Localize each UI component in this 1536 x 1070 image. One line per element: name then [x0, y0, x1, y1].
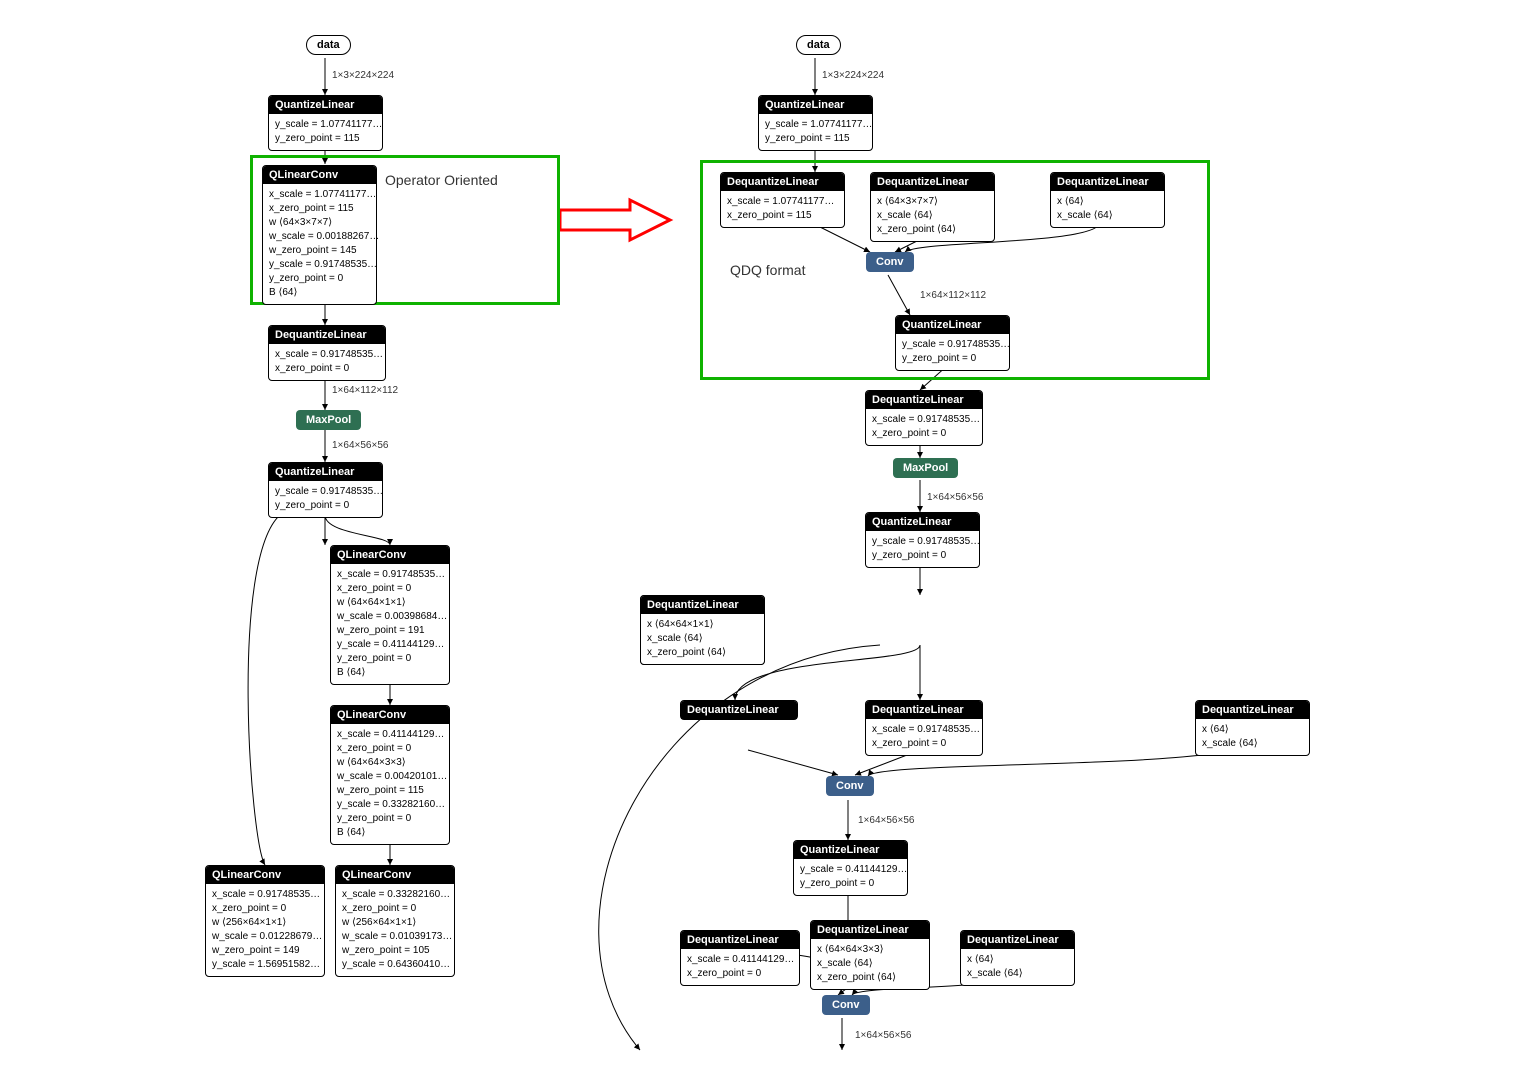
- node-body: y_scale = 0.41144129…y_zero_point = 0: [794, 859, 907, 895]
- dequantize-linear-node: DequantizeLinear x_scale = 0.91748535…x_…: [865, 700, 983, 756]
- node-body: x_scale = 0.91748535…x_zero_point = 0: [866, 719, 982, 755]
- node-body: x_scale = 1.07741177…x_zero_point = 115: [721, 191, 844, 227]
- dequantize-linear-node: DequantizeLinear x_scale = 1.07741177…x_…: [720, 172, 845, 228]
- quantize-linear-node: QuantizeLinear y_scale = 1.07741177…y_ze…: [758, 95, 873, 151]
- quantize-linear-node: QuantizeLinear y_scale = 0.91748535…y_ze…: [268, 462, 383, 518]
- conv-node: Conv: [822, 995, 870, 1015]
- annotation-left: Operator Oriented: [385, 172, 498, 188]
- shape-label: 1×64×56×56: [927, 492, 983, 503]
- node-body: y_scale = 0.91748535…y_zero_point = 0: [269, 481, 382, 517]
- node-body: y_scale = 0.91748535…y_zero_point = 0: [866, 531, 979, 567]
- node-title: DequantizeLinear: [1051, 173, 1164, 191]
- node-title: DequantizeLinear: [871, 173, 994, 191]
- node-title: DequantizeLinear: [681, 931, 799, 949]
- dequantize-linear-node-overlay: DequantizeLinear x ⟨64×64×1×1⟩x_scale ⟨6…: [640, 595, 765, 665]
- node-title: DequantizeLinear: [1196, 701, 1309, 719]
- shape-label: 1×64×112×112: [332, 385, 398, 396]
- node-body: x_scale = 0.91748535…x_zero_point = 0: [269, 344, 385, 380]
- dequantize-linear-node: DequantizeLinear x ⟨64⟩x_scale ⟨64⟩: [1050, 172, 1165, 228]
- node-title: DequantizeLinear: [961, 931, 1074, 949]
- node-body: x_scale = 0.41144129…x_zero_point = 0w ⟨…: [331, 724, 449, 844]
- dequantize-linear-node: DequantizeLinear x ⟨64⟩x_scale ⟨64⟩: [1195, 700, 1310, 756]
- node-title: QuantizeLinear: [269, 463, 382, 481]
- node-title: DequantizeLinear: [811, 921, 929, 939]
- node-body: x_scale = 1.07741177…x_zero_point = 115w…: [263, 184, 376, 304]
- shape-label: 1×64×56×56: [858, 815, 914, 826]
- node-body: x_scale = 0.91748535…x_zero_point = 0w ⟨…: [331, 564, 449, 684]
- dequantize-linear-node: DequantizeLinear x_scale = 0.41144129…x_…: [680, 930, 800, 986]
- data-node-left: data: [306, 35, 351, 55]
- conv-node: Conv: [866, 252, 914, 272]
- shape-label: 1×3×224×224: [332, 70, 394, 81]
- node-title: QuantizeLinear: [269, 96, 382, 114]
- node-title: DequantizeLinear: [269, 326, 385, 344]
- shape-label: 1×64×56×56: [855, 1030, 911, 1041]
- node-body: y_scale = 1.07741177…y_zero_point = 115: [759, 114, 872, 150]
- node-body: x ⟨64⟩x_scale ⟨64⟩: [1051, 191, 1164, 227]
- node-body: y_scale = 1.07741177… y_zero_point = 115: [269, 114, 382, 150]
- maxpool-node: MaxPool: [296, 410, 361, 430]
- node-body: x ⟨64×64×1×1⟩x_scale ⟨64⟩x_zero_point ⟨6…: [641, 614, 764, 664]
- node-body: x ⟨64⟩x_scale ⟨64⟩: [961, 949, 1074, 985]
- quantize-linear-node: QuantizeLinear y_scale = 0.91748535…y_ze…: [865, 512, 980, 568]
- dequantize-linear-node: DequantizeLinear ..: [680, 700, 798, 720]
- annotation-right: QDQ format: [730, 262, 805, 278]
- quantize-linear-node: QuantizeLinear y_scale = 0.91748535…y_ze…: [895, 315, 1010, 371]
- quantize-linear-node: QuantizeLinear y_scale = 1.07741177… y_z…: [268, 95, 383, 151]
- node-body: x_scale = 0.91748535…x_zero_point = 0w ⟨…: [206, 884, 324, 976]
- qlinearconv-node: QLinearConv x_scale = 0.91748535…x_zero_…: [205, 865, 325, 977]
- maxpool-node: MaxPool: [893, 458, 958, 478]
- node-title: QuantizeLinear: [866, 513, 979, 531]
- node-body: y_scale = 0.91748535…y_zero_point = 0: [896, 334, 1009, 370]
- node-title: DequantizeLinear: [866, 701, 982, 719]
- node-title: QLinearConv: [331, 546, 449, 564]
- node-body: x_scale = 0.33282160…x_zero_point = 0w ⟨…: [336, 884, 454, 976]
- node-body: x ⟨64⟩x_scale ⟨64⟩: [1196, 719, 1309, 755]
- node-title: QuantizeLinear: [794, 841, 907, 859]
- transform-arrow: [555, 195, 675, 248]
- conv-node: Conv: [826, 776, 874, 796]
- qlinearconv-node: QLinearConv x_scale = 0.41144129…x_zero_…: [330, 705, 450, 845]
- node-title: QLinearConv: [331, 706, 449, 724]
- data-node-right: data: [796, 35, 841, 55]
- dequantize-linear-node: DequantizeLinear x_scale = 0.91748535…x_…: [268, 325, 386, 381]
- shape-label: 1×3×224×224: [822, 70, 884, 81]
- node-title: DequantizeLinear: [866, 391, 982, 409]
- node-body: x ⟨64×64×3×3⟩x_scale ⟨64⟩x_zero_point ⟨6…: [811, 939, 929, 989]
- dequantize-linear-node: DequantizeLinear x_scale = 0.91748535…x_…: [865, 390, 983, 446]
- qlinearconv-node: QLinearConv x_scale = 0.33282160…x_zero_…: [335, 865, 455, 977]
- node-title: DequantizeLinear: [721, 173, 844, 191]
- quantize-linear-node: QuantizeLinear y_scale = 0.41144129…y_ze…: [793, 840, 908, 896]
- node-title: DequantizeLinear: [681, 701, 797, 719]
- dequantize-linear-node: DequantizeLinear x ⟨64×3×7×7⟩x_scale ⟨64…: [870, 172, 995, 242]
- node-title: QLinearConv: [263, 166, 376, 184]
- node-body: x ⟨64×3×7×7⟩x_scale ⟨64⟩x_zero_point ⟨64…: [871, 191, 994, 241]
- dequantize-linear-node: DequantizeLinear x ⟨64×64×3×3⟩x_scale ⟨6…: [810, 920, 930, 990]
- qlinearconv-node: QLinearConv x_scale = 0.91748535…x_zero_…: [330, 545, 450, 685]
- qlinearconv-node: QLinearConv x_scale = 1.07741177…x_zero_…: [262, 165, 377, 305]
- node-body: x_scale = 0.91748535…x_zero_point = 0: [866, 409, 982, 445]
- node-title: QLinearConv: [206, 866, 324, 884]
- node-title: QuantizeLinear: [896, 316, 1009, 334]
- node-title: QuantizeLinear: [759, 96, 872, 114]
- node-body: x_scale = 0.41144129…x_zero_point = 0: [681, 949, 799, 985]
- shape-label: 1×64×56×56: [332, 440, 388, 451]
- dequantize-linear-node: DequantizeLinear x ⟨64⟩x_scale ⟨64⟩: [960, 930, 1075, 986]
- node-title: DequantizeLinear: [641, 596, 764, 614]
- shape-label: 1×64×112×112: [920, 290, 986, 301]
- node-title: QLinearConv: [336, 866, 454, 884]
